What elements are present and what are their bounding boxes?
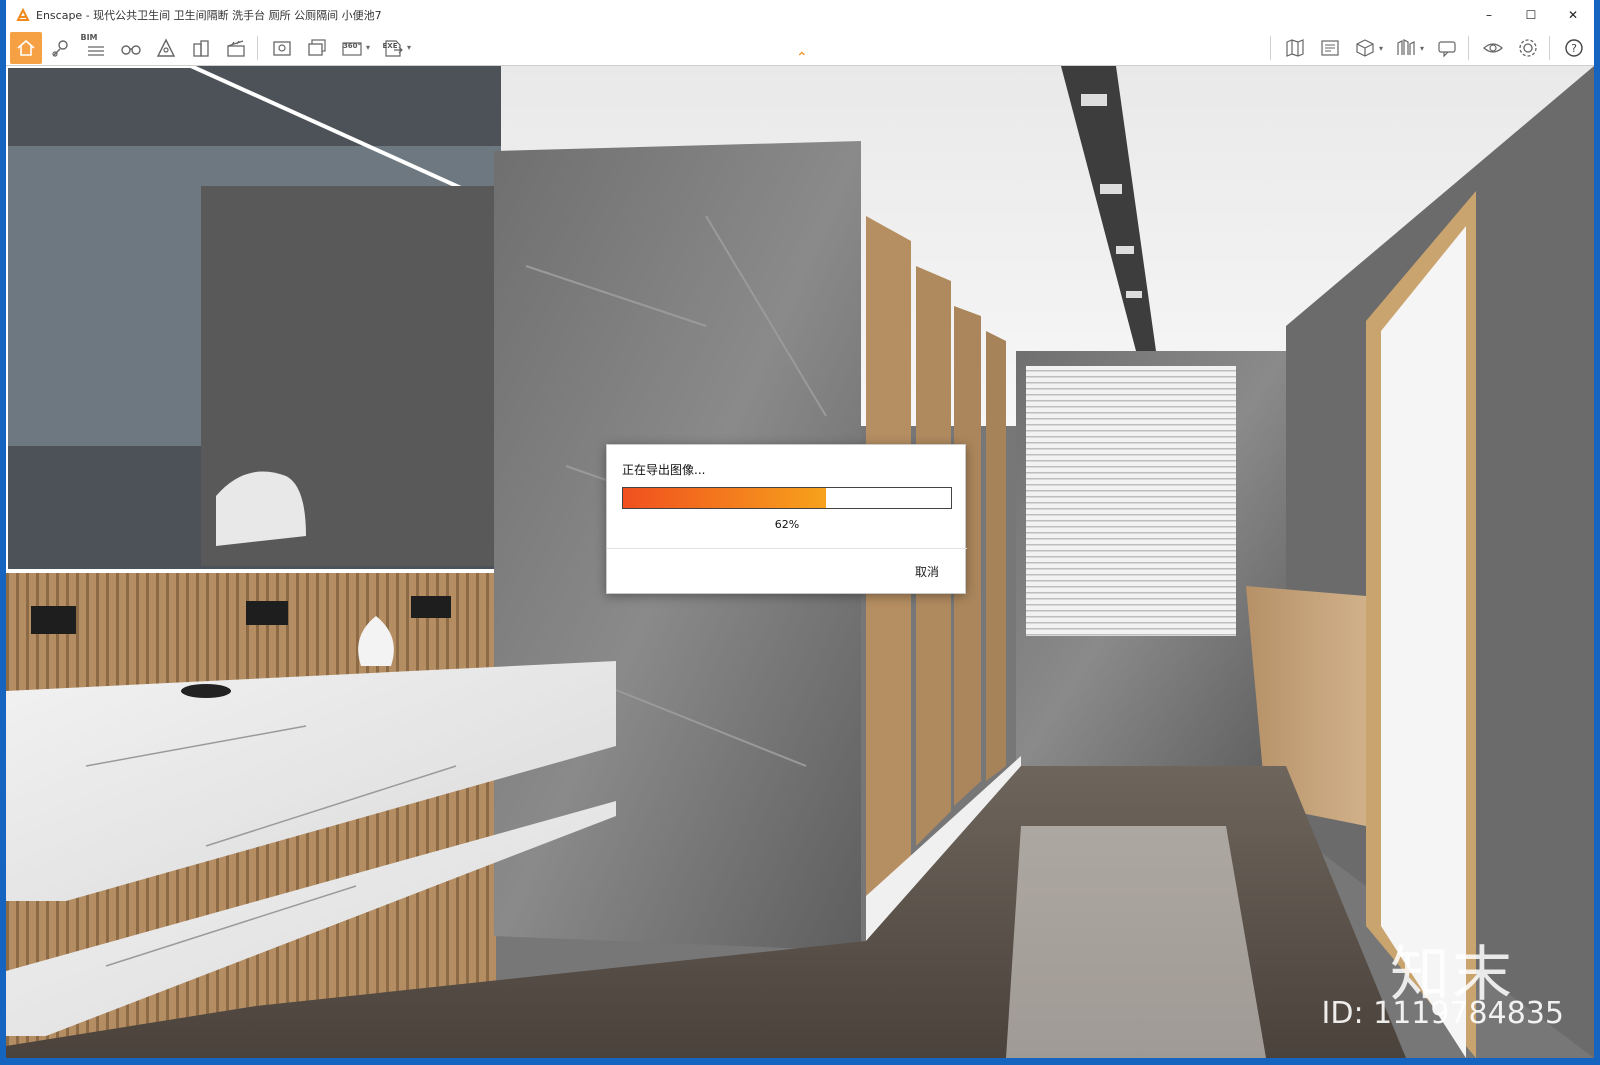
location-pin-icon — [52, 39, 68, 57]
help-icon: ? — [1565, 39, 1583, 57]
enscape-window: Enscape - 现代公共卫生间 卫生间隔断 洗手台 厕所 公厕隔间 小便池7… — [0, 0, 1600, 1065]
site-dropdown-icon[interactable]: ▾ — [1420, 44, 1428, 53]
watermark-id: ID: 1119784835 — [1321, 996, 1564, 1031]
main-toolbar: BIM 360° ▾ EXE ▾ ⌃ ▾ ▾ ? — [6, 30, 1594, 66]
dialog-title: 正在导出图像... — [622, 463, 706, 477]
batch-render-button[interactable] — [301, 32, 333, 64]
minimize-button[interactable]: – — [1468, 0, 1510, 30]
clapperboard-icon — [227, 39, 245, 57]
building-icon — [193, 39, 209, 57]
enscape-logo-icon — [16, 8, 30, 21]
window-title: Enscape - 现代公共卫生间 卫生间隔断 洗手台 厕所 公厕隔间 小便池7 — [36, 9, 382, 22]
views-button[interactable] — [115, 32, 147, 64]
export-dropdown-icon[interactable]: ▾ — [407, 43, 415, 52]
minimap-button[interactable] — [1314, 32, 1346, 64]
batch-render-icon — [308, 38, 326, 56]
home-icon — [17, 39, 35, 56]
minimap-icon — [1321, 40, 1339, 56]
cancel-button[interactable]: 取消 — [915, 563, 939, 580]
map-button[interactable] — [1279, 32, 1311, 64]
toolbar-separator — [1468, 36, 1469, 60]
progress-bar-fill — [623, 488, 827, 508]
settings-button[interactable] — [1512, 32, 1544, 64]
map-icon — [1286, 39, 1304, 57]
screenshot-icon — [273, 40, 291, 56]
video-editor-button[interactable] — [220, 32, 252, 64]
binoculars-icon — [121, 44, 141, 55]
site-context-button[interactable] — [1390, 32, 1422, 64]
panorama-label: 360° — [342, 41, 362, 50]
annotation-icon — [1438, 41, 1456, 58]
toolbar-separator — [257, 35, 258, 60]
buildings-button[interactable] — [185, 32, 217, 64]
progress-percentage: 62% — [774, 518, 800, 531]
title-bar: Enscape - 现代公共卫生间 卫生间隔断 洗手台 厕所 公厕隔间 小便池7… — [6, 0, 1594, 30]
asset-library-icon — [156, 37, 176, 57]
export-exe-button[interactable]: EXE — [377, 32, 409, 64]
position-button[interactable] — [45, 32, 77, 64]
site-context-icon — [1397, 39, 1415, 55]
bim-label: BIM — [80, 33, 98, 42]
close-button[interactable]: ✕ — [1552, 0, 1594, 30]
collaborative-annotation-button[interactable] — [1431, 32, 1463, 64]
cube-icon — [1356, 39, 1374, 57]
eye-icon — [1483, 43, 1503, 53]
asset-library-button[interactable] — [150, 32, 182, 64]
panorama-button[interactable]: 360° — [336, 32, 368, 64]
visual-settings-button[interactable] — [1477, 32, 1509, 64]
view-dropdown-icon[interactable]: ▾ — [1379, 44, 1387, 53]
toolbar-separator — [1270, 36, 1271, 60]
gear-icon — [1519, 39, 1537, 57]
home-button[interactable] — [10, 31, 42, 64]
toolbar-separator — [1549, 36, 1550, 60]
bim-button[interactable]: BIM — [80, 32, 112, 64]
orthographic-button[interactable] — [1349, 32, 1381, 64]
svg-text:?: ? — [1571, 42, 1577, 55]
right-toolbar: ▾ ▾ ? — [1265, 30, 1590, 66]
export-progress-bar — [622, 487, 952, 509]
window-controls: – ☐ ✕ — [1468, 0, 1594, 30]
maximize-button[interactable]: ☐ — [1510, 0, 1552, 30]
collapse-toolbar-icon[interactable]: ⌃ — [796, 50, 808, 66]
help-button[interactable]: ? — [1558, 32, 1590, 64]
dialog-divider — [607, 548, 967, 549]
export-progress-dialog: 正在导出图像... 62% 取消 — [606, 444, 967, 594]
render-viewport[interactable]: 正在导出图像... 62% 取消 知末 ID: 1119784835 — [6, 66, 1594, 1058]
export-exe-label: EXE — [382, 41, 398, 50]
screenshot-button[interactable] — [266, 32, 298, 64]
panorama-dropdown-icon[interactable]: ▾ — [366, 43, 374, 52]
